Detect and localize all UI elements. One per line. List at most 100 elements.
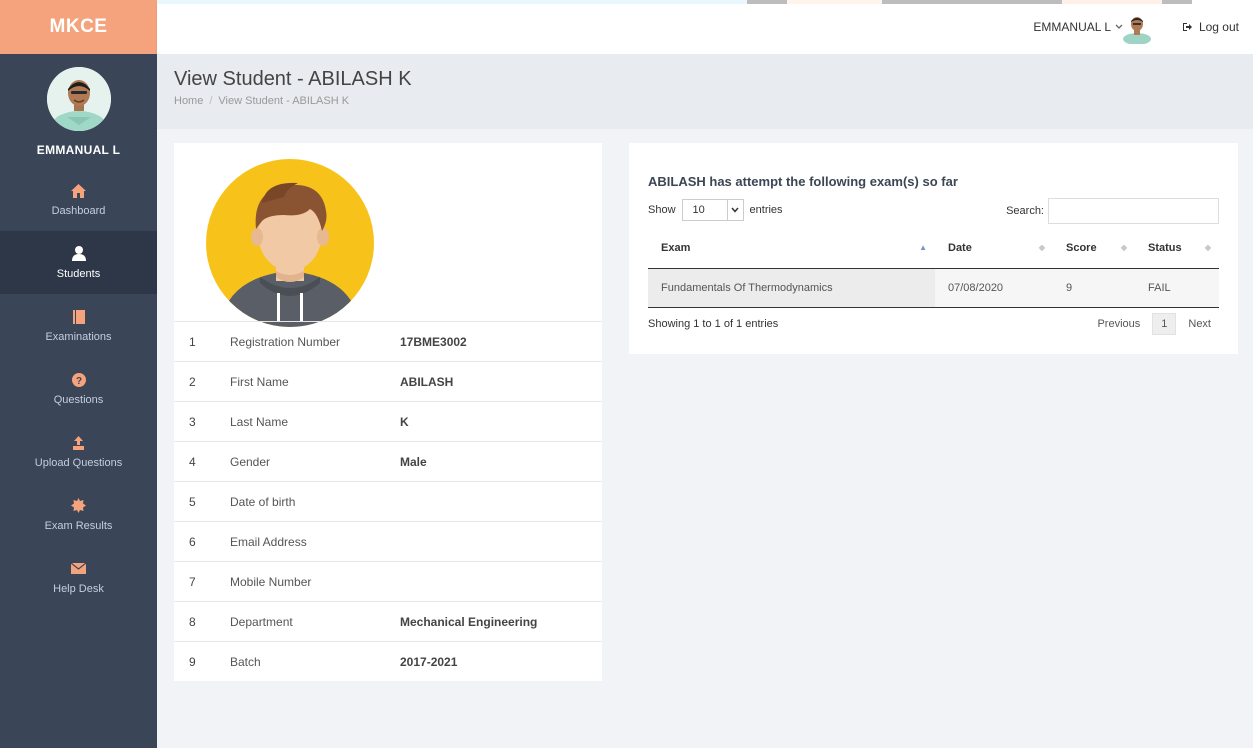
field-label: Last Name	[230, 414, 289, 429]
row-number: 4	[189, 454, 196, 469]
field-label: Batch	[230, 654, 261, 669]
logout-icon	[1182, 23, 1192, 31]
breadcrumb-current: View Student - ABILASH K	[218, 95, 350, 107]
sidebar-item-questions[interactable]: ? Questions	[0, 357, 157, 420]
row-number: 9	[189, 654, 196, 669]
cell-status: FAIL	[1135, 268, 1219, 308]
logout-label: Log out	[1198, 20, 1239, 34]
user-name: EMMANUAL L	[1033, 20, 1111, 34]
entries-length-control: Show 10 entries	[648, 199, 783, 221]
page-title: View Student - ABILASH K	[174, 68, 412, 90]
breadcrumb-home[interactable]: Home	[174, 95, 203, 107]
sidebar-profile: EMMANUAL L	[0, 54, 157, 157]
chevron-down-icon	[726, 200, 743, 220]
field-label: Mobile Number	[230, 574, 312, 589]
top-navbar: EMMANUAL L Log out	[157, 0, 1253, 54]
exam-results-table: Exam ▲ Date ◆ Score ◆ Status ◆ Fundamentals …	[648, 229, 1219, 308]
field-value: 17BME3002	[400, 334, 467, 349]
table-row: 9 Batch 2017-2021	[174, 641, 602, 682]
sidebar-item-help-desk[interactable]: Help Desk	[0, 546, 157, 609]
sort-icon: ◆	[1204, 243, 1211, 252]
home-icon	[71, 183, 86, 199]
sidebar-item-label: Students	[56, 267, 101, 280]
table-row: 2 First Name ABILASH	[174, 361, 602, 402]
row-number: 1	[189, 334, 196, 349]
sort-icon: ◆	[1038, 243, 1045, 252]
field-label: Registration Number	[230, 334, 341, 349]
breadcrumb-separator: /	[209, 95, 213, 107]
table-search: Search:	[1006, 198, 1219, 224]
table-row[interactable]: Fundamentals Of Thermodynamics 07/08/202…	[648, 268, 1219, 308]
sort-ascending-icon: ▲	[919, 243, 927, 252]
table-row: 6 Email Address	[174, 521, 602, 562]
question-icon: ?	[71, 372, 86, 388]
sidebar-item-label: Upload Questions	[34, 456, 123, 469]
field-value: 2017-2021	[400, 654, 458, 669]
cell-date: 07/08/2020	[935, 268, 1053, 308]
top-accent-strip	[157, 0, 1253, 4]
top-user-avatar[interactable]	[1121, 12, 1153, 45]
field-label: First Name	[230, 374, 289, 389]
page-header: View Student - ABILASH K Home / View Stude…	[157, 54, 1253, 129]
search-label: Search:	[1006, 205, 1044, 217]
field-label: Date of birth	[230, 494, 296, 509]
table-row: 5 Date of birth	[174, 481, 602, 522]
sidebar-user-name: EMMANUAL L	[36, 143, 121, 157]
sidebar-item-upload-questions[interactable]: Upload Questions	[0, 420, 157, 483]
field-value: ABILASH	[400, 374, 454, 389]
brand-logo[interactable]: MKCE	[0, 0, 157, 54]
row-number: 7	[189, 574, 196, 589]
table-header-row: Exam ▲ Date ◆ Score ◆ Status ◆	[648, 229, 1219, 269]
entries-select[interactable]: 10	[681, 199, 744, 221]
field-value: Male	[400, 454, 427, 469]
table-row: 8 Department Mechanical Engineering	[174, 601, 602, 642]
table-row: 1 Registration Number 17BME3002	[174, 321, 602, 362]
cell-exam: Fundamentals Of Thermodynamics	[648, 268, 935, 308]
certificate-icon	[71, 498, 86, 514]
field-value: K	[400, 414, 409, 429]
next-page-button[interactable]: Next	[1180, 313, 1219, 335]
field-label: Gender	[230, 454, 271, 469]
student-details-table: 1 Registration Number 17BME3002 2 First Nam…	[174, 321, 602, 682]
field-label: Email Address	[230, 534, 307, 549]
student-avatar	[206, 159, 374, 327]
field-label: Department	[230, 614, 293, 629]
sidebar-item-label: Dashboard	[51, 204, 106, 217]
envelope-icon	[71, 561, 86, 577]
entries-label: entries	[749, 204, 783, 216]
field-value	[400, 522, 602, 562]
pagination: Previous 1 Next	[1089, 313, 1219, 335]
column-header-status[interactable]: Status ◆	[1135, 229, 1219, 269]
sort-icon: ◆	[1120, 243, 1127, 252]
field-value	[400, 562, 602, 602]
sidebar-item-students[interactable]: Students	[0, 231, 157, 294]
sidebar-item-dashboard[interactable]: Dashboard	[0, 168, 157, 231]
page-1-button[interactable]: 1	[1152, 313, 1177, 335]
search-input[interactable]	[1048, 198, 1219, 224]
column-header-date[interactable]: Date ◆	[935, 229, 1053, 269]
column-header-score[interactable]: Score ◆	[1053, 229, 1135, 269]
sidebar-item-exam-results[interactable]: Exam Results	[0, 483, 157, 546]
sidebar-item-examinations[interactable]: Examinations	[0, 294, 157, 357]
table-row: 4 Gender Male	[174, 441, 602, 482]
sidebar-user-avatar[interactable]	[46, 67, 111, 131]
sidebar-item-label: Questions	[53, 393, 104, 406]
entries-select-value: 10	[692, 204, 705, 216]
exam-history-title: ABILASH has attempt the following exam(s…	[648, 174, 958, 189]
student-profile-card: 1 Registration Number 17BME3002 2 First Nam…	[174, 143, 602, 681]
user-dropdown[interactable]: EMMANUAL L	[1033, 0, 1123, 54]
field-value: Mechanical Engineering	[400, 614, 538, 629]
exam-history-card: ABILASH has attempt the following exam(s…	[629, 143, 1238, 354]
sidebar-item-label: Help Desk	[53, 582, 104, 595]
field-value	[400, 482, 602, 522]
previous-page-button[interactable]: Previous	[1089, 313, 1148, 335]
svg-text:?: ?	[75, 376, 81, 387]
sidebar: EMMANUAL L Dashboard Students Examinatio…	[0, 54, 157, 748]
logout-link[interactable]: Log out	[1182, 0, 1239, 54]
sidebar-item-label: Examinations	[45, 330, 112, 343]
sidebar-item-label: Exam Results	[44, 519, 113, 532]
table-info: Showing 1 to 1 of 1 entries	[648, 318, 779, 330]
column-header-exam[interactable]: Exam ▲	[648, 229, 935, 269]
row-number: 6	[189, 534, 196, 549]
row-number: 5	[189, 494, 196, 509]
